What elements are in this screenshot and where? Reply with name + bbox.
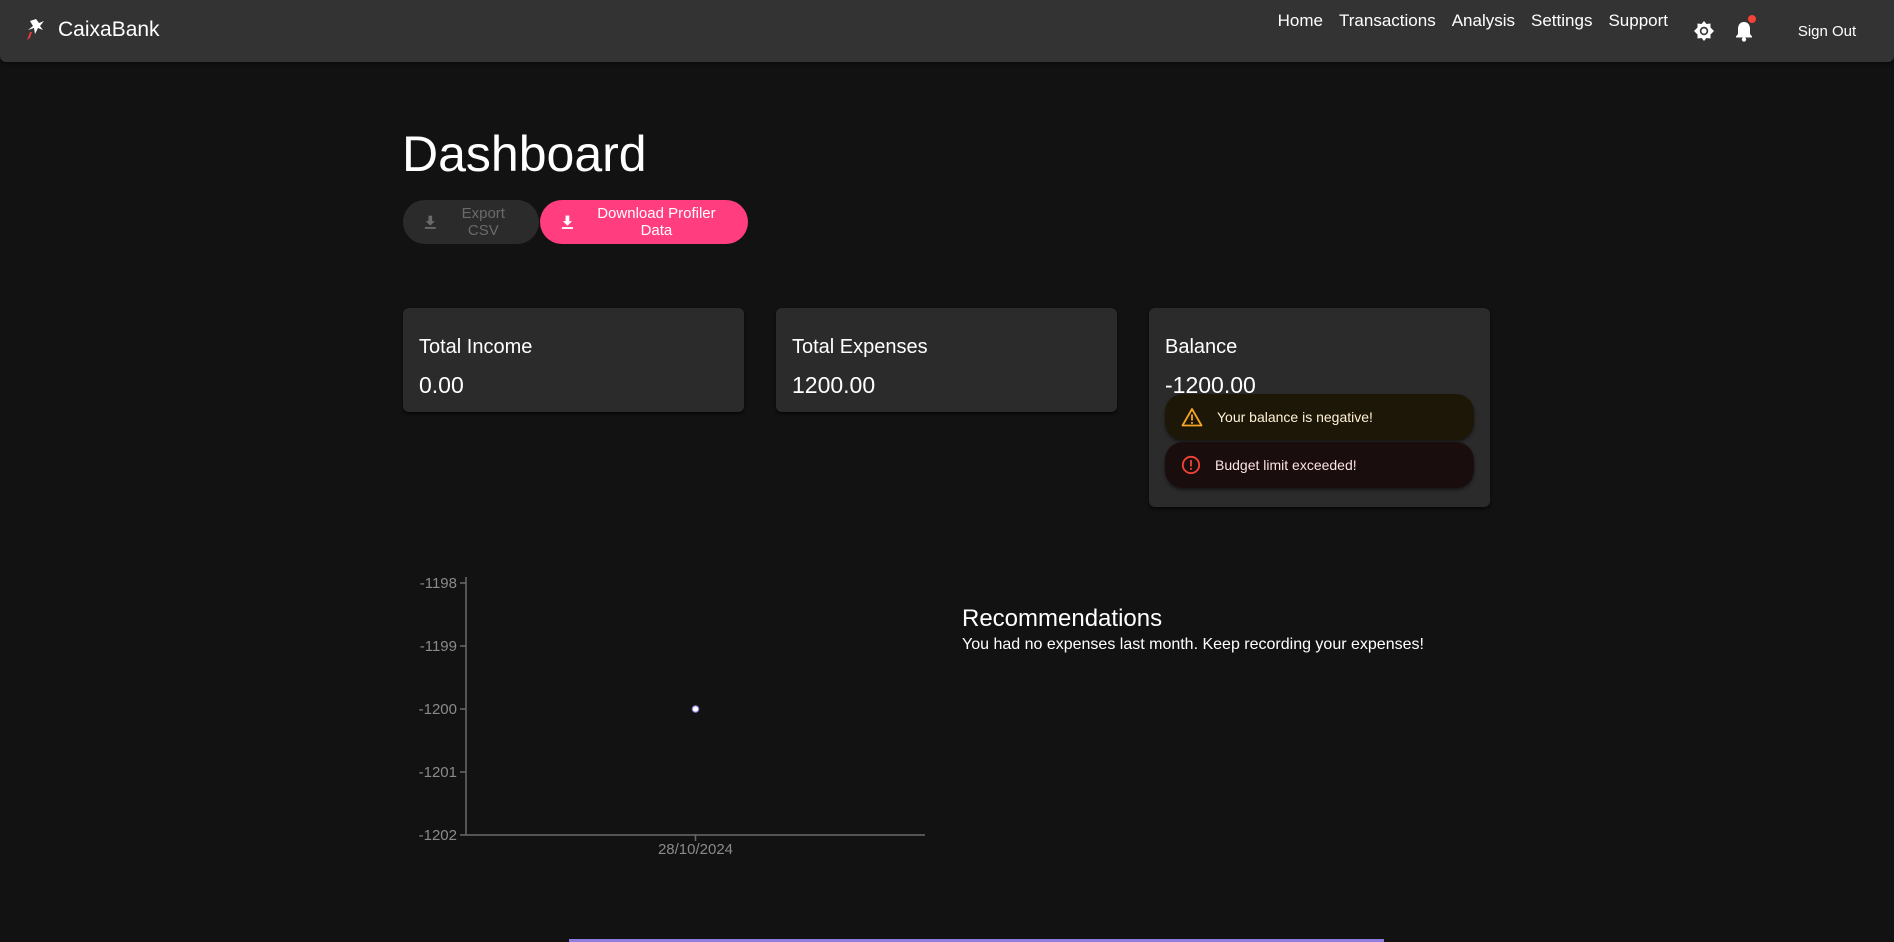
app-bar: CaixaBank Home Transactions Analysis Set… xyxy=(0,0,1894,62)
recommendations-title: Recommendations xyxy=(962,605,1163,632)
download-icon xyxy=(424,215,436,229)
download-icon xyxy=(561,215,573,229)
export-csv-button[interactable]: Export CSV xyxy=(403,200,539,244)
download-profiler-button[interactable]: Download Profiler Data xyxy=(540,200,748,244)
alert-text: Your balance is negative! xyxy=(1217,409,1373,425)
y-tick-label: -1199 xyxy=(420,638,457,655)
budget-exceeded-alert: Budget limit exceeded! xyxy=(1165,442,1474,488)
warning-triangle-icon xyxy=(1181,408,1203,427)
card-title: Total Income xyxy=(419,336,533,358)
brand[interactable]: CaixaBank xyxy=(24,17,160,43)
card-value: 1200.00 xyxy=(792,372,876,398)
y-tick-label: -1202 xyxy=(419,827,457,844)
negative-balance-alert: Your balance is negative! xyxy=(1165,394,1474,440)
brightness-icon xyxy=(1694,21,1714,41)
y-tick-label: -1198 xyxy=(420,575,457,592)
y-tick-label: -1201 xyxy=(419,764,457,781)
nav-home[interactable]: Home xyxy=(1278,10,1323,32)
card-title: Total Expenses xyxy=(792,336,928,358)
data-point xyxy=(691,705,700,713)
nav-analysis[interactable]: Analysis xyxy=(1452,10,1515,32)
x-tick-label: 28/10/2024 xyxy=(658,841,733,858)
alert-text: Budget limit exceeded! xyxy=(1215,457,1357,473)
nav-transactions[interactable]: Transactions xyxy=(1339,10,1436,32)
card-title: Balance xyxy=(1165,336,1238,358)
total-income-card: Total Income 0.00 xyxy=(403,308,744,412)
recommendations-section: Recommendations You had no expenses last… xyxy=(962,604,1424,655)
sign-out-button[interactable]: Sign Out xyxy=(1780,16,1874,46)
nav-settings[interactable]: Settings xyxy=(1531,10,1592,32)
balance-chart: -1198 -1199 -1200 -1201 -1202 28/10/2024 xyxy=(419,575,925,858)
error-circle-icon xyxy=(1181,455,1201,475)
y-tick-label: -1200 xyxy=(419,701,457,718)
theme-toggle-button[interactable] xyxy=(1690,17,1718,45)
notifications-button[interactable] xyxy=(1730,15,1758,45)
total-expenses-card: Total Expenses 1200.00 xyxy=(776,308,1117,412)
download-profiler-label: Download Profiler Data xyxy=(597,205,716,239)
nav-support[interactable]: Support xyxy=(1608,10,1668,32)
export-csv-label: Export CSV xyxy=(461,205,505,239)
recommendations-text: You had no expenses last month. Keep rec… xyxy=(962,636,1424,653)
balance-card: Balance -1200.00 Your balance is negativ… xyxy=(1149,308,1490,507)
page-title: Dashboard xyxy=(402,126,647,182)
caixabank-star-icon xyxy=(24,17,46,43)
brand-name: CaixaBank xyxy=(58,18,160,41)
main-nav: Home Transactions Analysis Settings Supp… xyxy=(1278,10,1668,32)
notification-dot xyxy=(1748,15,1756,23)
card-value: 0.00 xyxy=(419,372,464,398)
